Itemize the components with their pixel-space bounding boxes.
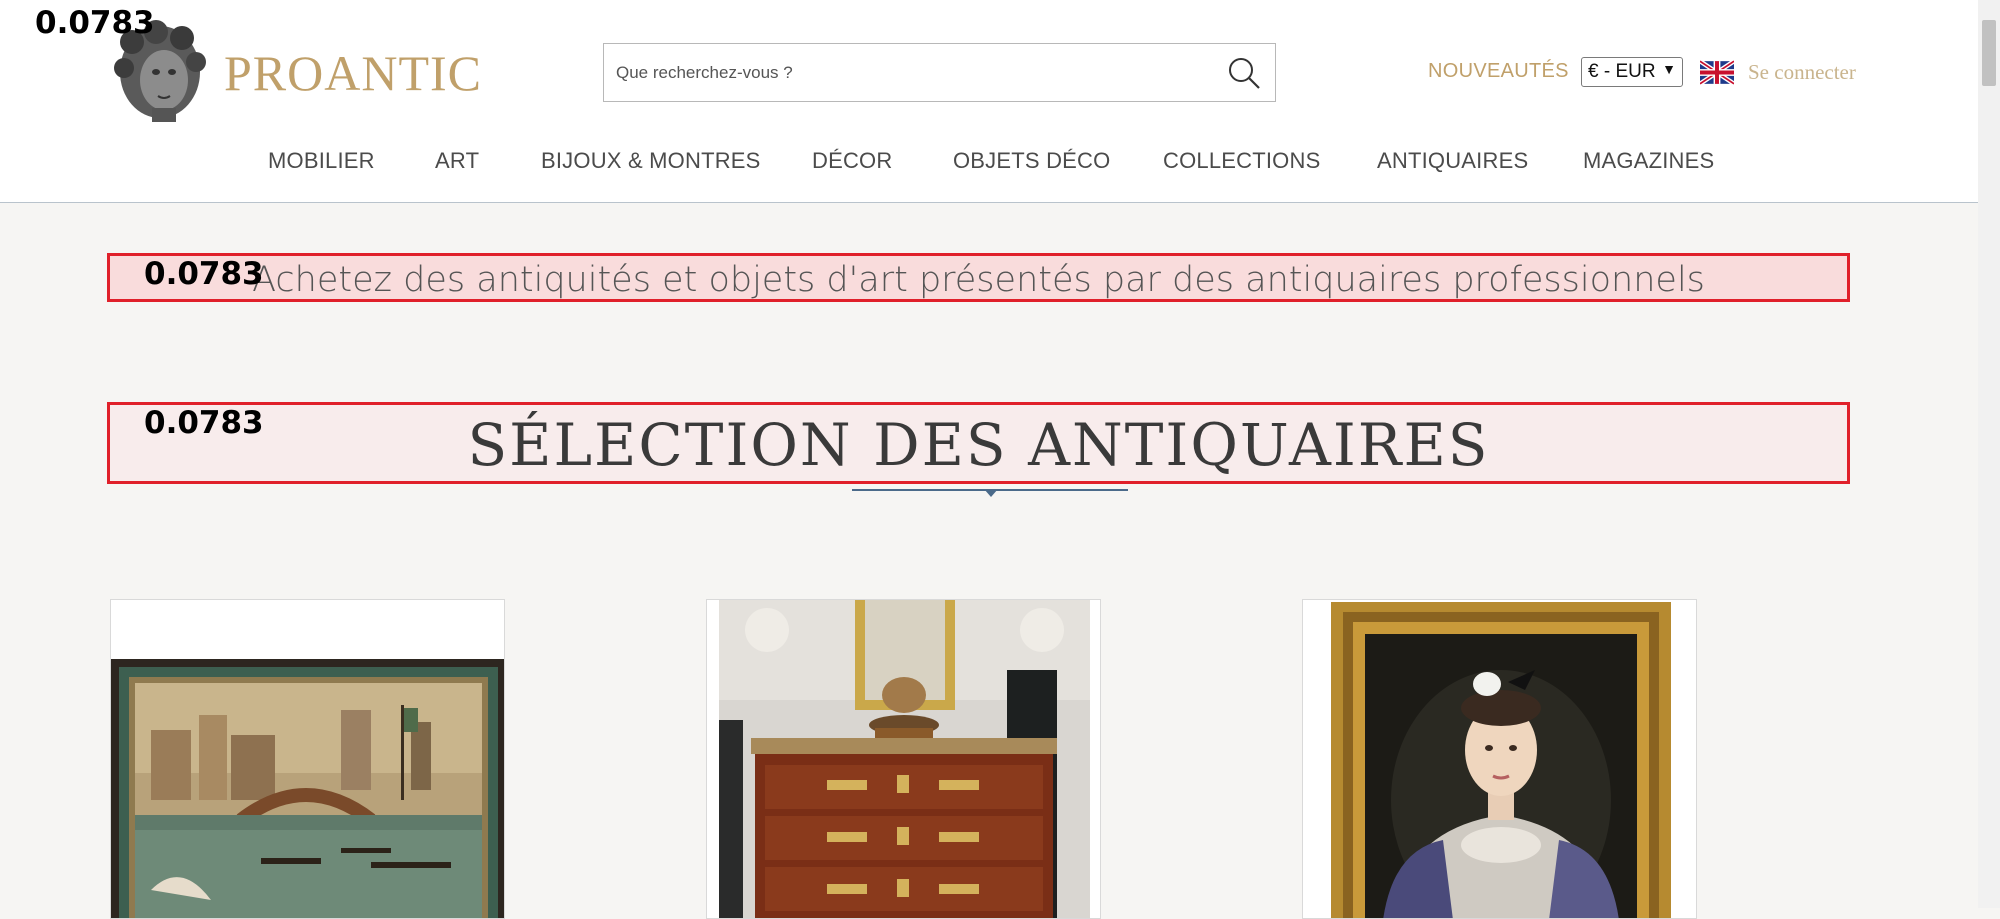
search-box — [603, 43, 1276, 102]
nav-item-decor[interactable]: DÉCOR — [812, 148, 892, 174]
score-label: 0.0783 — [144, 256, 264, 292]
site-header: 0.0783 PROANTIC NOUVEAUTÉS € - EUR ▼ Se … — [0, 0, 1978, 203]
main-nav: MOBILIER ART BIJOUX & MONTRES DÉCOR OBJE… — [0, 148, 1978, 178]
product-card[interactable] — [110, 599, 505, 919]
caret-down-icon — [984, 489, 998, 497]
nav-item-magazines[interactable]: MAGAZINES — [1583, 148, 1714, 174]
nouveautes-link[interactable]: NOUVEAUTÉS — [1428, 60, 1569, 83]
chevron-down-icon: ▼ — [1662, 61, 1676, 77]
search-icon[interactable] — [1227, 56, 1261, 90]
scrollbar-thumb[interactable] — [1982, 20, 1996, 86]
nav-item-mobilier[interactable]: MOBILIER — [268, 148, 375, 174]
tagline-box: 0.0783 Achetez des antiquités et objets … — [107, 253, 1850, 302]
portrait-painting-image[interactable] — [1303, 600, 1697, 919]
section-title-box: 0.0783 SÉLECTION DES ANTIQUAIRES — [107, 402, 1850, 484]
tagline: Achetez des antiquités et objets d'art p… — [252, 260, 1705, 300]
nav-item-art[interactable]: ART — [435, 148, 479, 174]
login-link[interactable]: Se connecter — [1748, 60, 1856, 85]
currency-select[interactable]: € - EUR ▼ — [1581, 57, 1683, 87]
product-card[interactable] — [1302, 599, 1697, 919]
section-title: SÉLECTION DES ANTIQUAIRES — [467, 411, 1490, 479]
brand-name[interactable]: PROANTIC — [224, 44, 482, 102]
nav-item-objets-deco[interactable]: OBJETS DÉCO — [953, 148, 1110, 174]
currency-value: € - EUR — [1588, 61, 1656, 82]
score-label: 0.0783 — [144, 405, 264, 441]
score-label: 0.0783 — [35, 5, 155, 41]
nav-item-collections[interactable]: COLLECTIONS — [1163, 148, 1320, 174]
nav-item-antiquaires[interactable]: ANTIQUAIRES — [1377, 148, 1528, 174]
louis-xv-commode-image[interactable] — [707, 600, 1101, 919]
uk-flag-icon[interactable] — [1700, 60, 1734, 85]
product-card[interactable] — [706, 599, 1101, 919]
search-input[interactable] — [614, 56, 1208, 90]
nav-item-bijoux-montres[interactable]: BIJOUX & MONTRES — [541, 148, 761, 174]
page-scrollbar[interactable] — [1978, 0, 2000, 908]
venetian-canal-painting-image[interactable] — [111, 600, 505, 919]
